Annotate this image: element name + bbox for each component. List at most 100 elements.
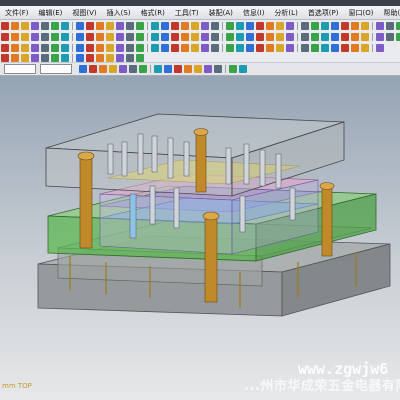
toolbar-tool-icon[interactable] [204, 65, 212, 73]
toolbar-tool-icon[interactable] [341, 43, 349, 52]
toolbar-tool-icon[interactable] [226, 43, 234, 52]
toolbar-tool-icon[interactable] [301, 32, 309, 41]
menu-preferences[interactable]: 首选项(P) [308, 8, 339, 18]
toolbar-tool-icon[interactable] [236, 32, 244, 41]
toolbar-tool-icon[interactable] [236, 43, 244, 52]
toolbar-tool-icon[interactable] [376, 32, 384, 41]
toolbar-tool-icon[interactable] [96, 32, 104, 41]
toolbar-tool-icon[interactable] [361, 21, 369, 30]
toolbar-tool-icon[interactable] [201, 43, 209, 52]
toolbar-tool-icon[interactable] [96, 53, 104, 62]
toolbar-tool-icon[interactable] [136, 32, 144, 41]
toolbar-tool-icon[interactable] [246, 32, 254, 41]
toolbar-tool-icon[interactable] [171, 21, 179, 30]
toolbar-tool-icon[interactable] [266, 21, 274, 30]
toolbar-tool-icon[interactable] [161, 43, 169, 52]
toolbar-tool-icon[interactable] [266, 32, 274, 41]
toolbar-tool-icon[interactable] [331, 21, 339, 30]
toolbar-tool-icon[interactable] [174, 65, 182, 73]
toolbar-tool-icon[interactable] [191, 43, 199, 52]
toolbar-tool-icon[interactable] [256, 21, 264, 30]
toolbar-tool-icon[interactable] [396, 32, 400, 41]
toolbar-tool-icon[interactable] [41, 21, 49, 30]
toolbar-tool-icon[interactable] [116, 53, 124, 62]
toolbar-tool-icon[interactable] [1, 43, 9, 52]
menu-analysis[interactable]: 分析(L) [274, 8, 297, 18]
toolbar-tool-icon[interactable] [311, 43, 319, 52]
toolbar-tool-icon[interactable] [89, 65, 97, 73]
toolbar-tool-icon[interactable] [151, 43, 159, 52]
menu-format[interactable]: 格式(R) [141, 8, 165, 18]
menu-file[interactable]: 文件(F) [5, 8, 29, 18]
toolbar-tool-icon[interactable] [191, 21, 199, 30]
toolbar-tool-icon[interactable] [126, 21, 134, 30]
toolbar-tool-icon[interactable] [214, 65, 222, 73]
toolbar-tool-icon[interactable] [171, 32, 179, 41]
toolbar-tool-icon[interactable] [106, 53, 114, 62]
toolbar-tool-icon[interactable] [376, 43, 384, 52]
toolbar-tool-icon[interactable] [109, 65, 117, 73]
toolbar-tool-icon[interactable] [51, 53, 59, 62]
toolbar-tool-icon[interactable] [116, 21, 124, 30]
toolbar-tool-icon[interactable] [41, 53, 49, 62]
toolbar-tool-icon[interactable] [136, 21, 144, 30]
toolbar-tool-icon[interactable] [76, 53, 84, 62]
toolbar-tool-icon[interactable] [286, 21, 294, 30]
toolbar-tool-icon[interactable] [1, 32, 9, 41]
toolbar-tool-icon[interactable] [341, 21, 349, 30]
graphics-viewport[interactable]: mm TOP www.zgwjw6 ...州市华成荣五金电器有限公司 [0, 76, 400, 400]
menu-info[interactable]: 信息(I) [243, 8, 265, 18]
toolbar-tool-icon[interactable] [1, 53, 9, 62]
toolbar-tool-icon[interactable] [31, 53, 39, 62]
toolbar-tool-icon[interactable] [79, 65, 87, 73]
toolbar-tool-icon[interactable] [151, 32, 159, 41]
toolbar-tool-icon[interactable] [239, 65, 247, 73]
toolbar-tool-icon[interactable] [171, 43, 179, 52]
toolbar-tool-icon[interactable] [386, 21, 394, 30]
toolbar-tool-icon[interactable] [41, 43, 49, 52]
toolbar-tool-icon[interactable] [11, 53, 19, 62]
toolbar-tool-icon[interactable] [154, 65, 162, 73]
toolbar-tool-icon[interactable] [201, 32, 209, 41]
toolbar-tool-icon[interactable] [311, 21, 319, 30]
toolbar-tool-icon[interactable] [151, 21, 159, 30]
toolbar-tool-icon[interactable] [361, 32, 369, 41]
toolbar-tool-icon[interactable] [126, 53, 134, 62]
toolbar-tool-icon[interactable] [301, 43, 309, 52]
toolbar-tool-icon[interactable] [256, 43, 264, 52]
toolbar-tool-icon[interactable] [126, 43, 134, 52]
toolbar-tool-icon[interactable] [276, 21, 284, 30]
toolbar-tool-icon[interactable] [276, 32, 284, 41]
toolbar-tool-icon[interactable] [126, 32, 134, 41]
toolbar-tool-icon[interactable] [276, 43, 284, 52]
toolbar-tool-icon[interactable] [211, 43, 219, 52]
toolbar-tool-icon[interactable] [236, 21, 244, 30]
toolbar-tool-icon[interactable] [286, 32, 294, 41]
toolbar-tool-icon[interactable] [31, 21, 39, 30]
menu-assembly[interactable]: 装配(A) [209, 8, 233, 18]
toolbar-tool-icon[interactable] [361, 43, 369, 52]
toolbar-tool-icon[interactable] [246, 21, 254, 30]
toolbar-tool-icon[interactable] [86, 43, 94, 52]
menu-edit[interactable]: 编辑(E) [39, 8, 63, 18]
scope-filter-dropdown[interactable] [40, 64, 72, 74]
toolbar-tool-icon[interactable] [321, 32, 329, 41]
toolbar-tool-icon[interactable] [331, 32, 339, 41]
menu-insert[interactable]: 插入(S) [107, 8, 131, 18]
toolbar-tool-icon[interactable] [136, 43, 144, 52]
type-filter-dropdown[interactable] [4, 64, 36, 74]
toolbar-tool-icon[interactable] [116, 43, 124, 52]
toolbar-tool-icon[interactable] [41, 32, 49, 41]
toolbar-tool-icon[interactable] [191, 32, 199, 41]
toolbar-tool-icon[interactable] [61, 43, 69, 52]
toolbar-tool-icon[interactable] [229, 65, 237, 73]
toolbar-tool-icon[interactable] [211, 21, 219, 30]
toolbar-tool-icon[interactable] [21, 43, 29, 52]
toolbar-tool-icon[interactable] [181, 43, 189, 52]
toolbar-tool-icon[interactable] [1, 21, 9, 30]
toolbar-tool-icon[interactable] [86, 53, 94, 62]
toolbar-tool-icon[interactable] [246, 43, 254, 52]
toolbar-tool-icon[interactable] [194, 65, 202, 73]
toolbar-tool-icon[interactable] [301, 21, 309, 30]
toolbar-tool-icon[interactable] [86, 32, 94, 41]
